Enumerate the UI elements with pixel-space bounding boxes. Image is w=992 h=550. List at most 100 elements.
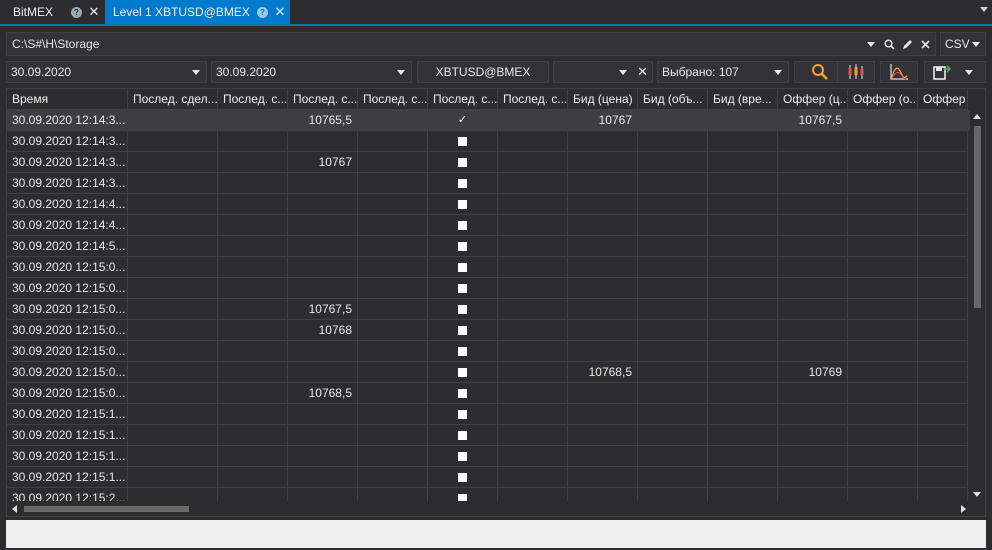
checkbox[interactable]	[458, 325, 467, 335]
column-header[interactable]: Оффер (о...	[848, 89, 918, 110]
to-date-picker[interactable]: 30.09.2020	[211, 61, 412, 83]
table-cell	[358, 257, 428, 278]
table-cell	[708, 299, 778, 320]
column-header[interactable]: Оффер (...	[918, 89, 968, 110]
table-row[interactable]: 30.09.2020 12:14:4...	[7, 215, 970, 236]
export-button[interactable]	[924, 61, 986, 83]
table-cell	[708, 425, 778, 446]
checkbox[interactable]	[458, 178, 467, 188]
checkbox[interactable]	[458, 157, 467, 167]
table-row[interactable]: 30.09.2020 12:14:3...	[7, 173, 970, 194]
from-date-picker[interactable]: 30.09.2020	[6, 61, 207, 83]
scroll-thumb[interactable]	[974, 126, 981, 308]
close-icon[interactable]: ✕	[637, 64, 648, 80]
table-row[interactable]: 30.09.2020 12:15:0... 10768	[7, 320, 970, 341]
table-cell	[218, 425, 288, 446]
column-header[interactable]: Послед. сдел...	[128, 89, 218, 110]
chart-button[interactable]	[880, 61, 918, 83]
checkbox[interactable]	[458, 220, 467, 230]
table-cell	[498, 341, 568, 362]
checkbox[interactable]	[458, 241, 467, 251]
security-picker[interactable]: XBTUSD@BMEX	[417, 61, 549, 83]
flag-cell	[428, 425, 498, 446]
tab-list-dropdown-icon[interactable]	[980, 7, 988, 12]
table-row[interactable]: 30.09.2020 12:14:5...	[7, 236, 970, 257]
table-cell	[918, 173, 968, 194]
column-header[interactable]: Время	[7, 89, 128, 110]
table-row[interactable]: 30.09.2020 12:15:0...	[7, 278, 970, 299]
chevron-down-icon[interactable]	[965, 69, 973, 75]
column-header[interactable]: Бид (вре...	[708, 89, 778, 110]
column-header[interactable]: Оффер (ц...	[778, 89, 848, 110]
scroll-thumb[interactable]	[24, 506, 189, 512]
table-row[interactable]: 30.09.2020 12:14:3... 10765,5 ✓ 10767 10767,…	[7, 110, 970, 131]
checkbox[interactable]	[458, 136, 467, 146]
checkbox[interactable]	[458, 304, 467, 314]
column-header[interactable]: Послед. с...	[288, 89, 358, 110]
column-header[interactable]: Послед. с...	[498, 89, 568, 110]
chevron-down-icon[interactable]	[863, 36, 879, 52]
checkbox[interactable]	[458, 283, 467, 293]
column-header[interactable]: Бид (объ...	[638, 89, 708, 110]
checkbox[interactable]	[458, 262, 467, 272]
table-row[interactable]: 30.09.2020 12:15:2...	[7, 488, 970, 501]
checkbox[interactable]	[458, 493, 467, 501]
close-icon[interactable]: ✕	[88, 5, 100, 18]
table-row[interactable]: 30.09.2020 12:15:0...	[7, 257, 970, 278]
table-row[interactable]: 30.09.2020 12:15:0... 10767,5	[7, 299, 970, 320]
storage-path-combo[interactable]: C:\S#\H\Storage	[6, 32, 936, 56]
scroll-down-icon[interactable]	[973, 492, 981, 497]
table-row[interactable]: 30.09.2020 12:15:0...	[7, 341, 970, 362]
table-row[interactable]: 30.09.2020 12:14:3...	[7, 131, 970, 152]
table-cell	[638, 488, 708, 501]
search-icon[interactable]	[881, 36, 897, 52]
table-cell	[918, 236, 968, 257]
scroll-right-icon[interactable]	[961, 505, 966, 513]
column-header[interactable]: Послед. с...	[358, 89, 428, 110]
table-cell	[128, 362, 218, 383]
checkbox[interactable]	[458, 451, 467, 461]
table-row[interactable]: 30.09.2020 12:15:0... 10768,5 10769	[7, 362, 970, 383]
tab-bitmex[interactable]: BitMEX ? ✕	[5, 0, 104, 24]
column-header[interactable]: Послед. с...	[218, 89, 288, 110]
checkbox[interactable]	[458, 346, 467, 356]
close-icon[interactable]	[917, 36, 933, 52]
checkbox[interactable]	[458, 472, 467, 482]
help-icon[interactable]: ?	[71, 6, 82, 18]
checkbox[interactable]	[458, 367, 467, 377]
checkmark-icon[interactable]: ✓	[457, 114, 469, 126]
column-header[interactable]: Послед. с...	[428, 89, 498, 110]
time-cell: 30.09.2020 12:14:3...	[7, 173, 128, 194]
pencil-icon[interactable]	[899, 36, 915, 52]
horizontal-scrollbar[interactable]	[7, 502, 970, 516]
data-type-select[interactable]: ✕	[553, 61, 653, 83]
table-row[interactable]: 30.09.2020 12:15:1...	[7, 446, 970, 467]
table-row[interactable]: 30.09.2020 12:14:3... 10767	[7, 152, 970, 173]
checkbox[interactable]	[458, 388, 467, 398]
last-price-cell	[288, 467, 358, 488]
chart-icon	[890, 64, 908, 80]
close-icon[interactable]: ✕	[274, 5, 286, 18]
bid-price-cell	[568, 341, 638, 362]
column-header[interactable]: Бид (цена)	[568, 89, 638, 110]
checkbox[interactable]	[458, 430, 467, 440]
tab-level1[interactable]: Level 1 XBTUSD@BMEX ? ✕	[105, 0, 290, 24]
table-cell	[848, 257, 918, 278]
table-row[interactable]: 30.09.2020 12:15:0... 10768,5	[7, 383, 970, 404]
table-cell	[218, 320, 288, 341]
table-row[interactable]: 30.09.2020 12:14:4...	[7, 194, 970, 215]
format-select[interactable]: CSV	[940, 32, 986, 56]
table-cell	[218, 404, 288, 425]
selected-count-select[interactable]: Выбрано: 107	[657, 61, 789, 83]
table-cell	[918, 341, 968, 362]
scroll-up-icon[interactable]	[973, 114, 981, 119]
candles-button[interactable]	[837, 61, 875, 83]
vertical-scrollbar[interactable]	[971, 110, 983, 501]
table-row[interactable]: 30.09.2020 12:15:1...	[7, 404, 970, 425]
help-icon[interactable]: ?	[257, 6, 268, 18]
checkbox[interactable]	[458, 199, 467, 209]
checkbox[interactable]	[458, 409, 467, 419]
table-row[interactable]: 30.09.2020 12:15:1...	[7, 467, 970, 488]
table-row[interactable]: 30.09.2020 12:15:1...	[7, 425, 970, 446]
scroll-left-icon[interactable]	[12, 505, 17, 513]
